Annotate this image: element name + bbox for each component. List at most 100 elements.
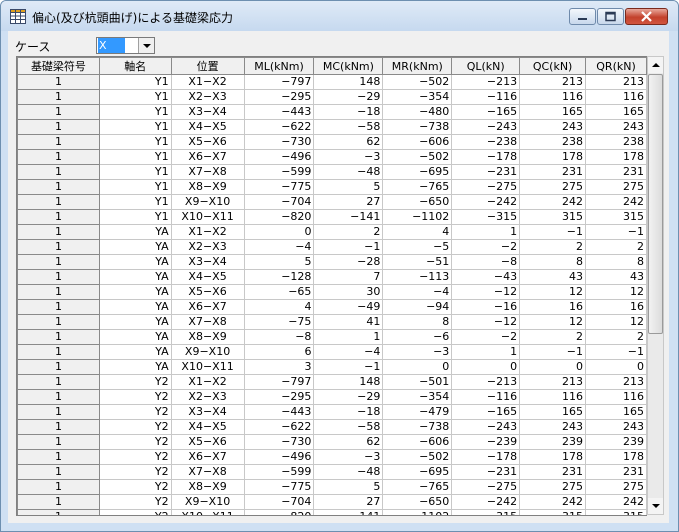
mc-cell[interactable]: −29 (313, 389, 384, 405)
mr-cell[interactable]: −4 (382, 284, 453, 300)
position-cell[interactable]: X3−X4 (170, 104, 245, 120)
mr-cell[interactable]: −738 (382, 419, 453, 435)
axis-cell[interactable]: Y1 (98, 164, 172, 180)
qr-cell[interactable]: 116 (585, 89, 647, 105)
qr-cell[interactable]: 43 (585, 269, 647, 285)
beam-code-cell[interactable]: 1 (17, 479, 100, 495)
axis-cell[interactable]: Y2 (98, 389, 172, 405)
ml-cell[interactable]: −443 (243, 404, 315, 420)
position-cell[interactable]: X9−X10 (170, 344, 245, 360)
ml-cell[interactable]: 3 (243, 359, 315, 375)
table-row[interactable]: 1 Y1 X10−X11 −820 −141 −1102 −315 315 315 (17, 209, 647, 225)
axis-cell[interactable]: Y2 (98, 374, 172, 390)
ml-cell[interactable]: −820 (243, 209, 315, 225)
ml-cell[interactable]: −75 (243, 314, 315, 330)
position-cell[interactable]: X8−X9 (170, 329, 245, 345)
table-row[interactable]: 1 Y1 X6−X7 −496 −3 −502 −178 178 178 (17, 149, 647, 165)
mc-cell[interactable]: −18 (313, 104, 384, 120)
ml-cell[interactable]: −599 (243, 464, 315, 480)
mr-cell[interactable]: 4 (382, 224, 453, 240)
ql-cell[interactable]: −275 (451, 479, 521, 495)
position-cell[interactable]: X5−X6 (170, 284, 245, 300)
mr-cell[interactable]: −6 (382, 329, 453, 345)
axis-cell[interactable]: Y1 (98, 119, 172, 135)
mr-cell[interactable]: −5 (382, 239, 453, 255)
ml-cell[interactable]: 4 (243, 299, 315, 315)
mc-cell[interactable]: −141 (313, 209, 384, 225)
position-cell[interactable]: X1−X2 (170, 224, 245, 240)
mc-cell[interactable]: −58 (313, 119, 384, 135)
ml-cell[interactable]: −295 (243, 389, 315, 405)
table-row[interactable]: 1 Y1 X1−X2 −797 148 −502 −213 213 213 (17, 74, 647, 90)
table-row[interactable]: 1 Y2 X7−X8 −599 −48 −695 −231 231 231 (17, 464, 647, 480)
qr-cell[interactable]: 2 (585, 329, 647, 345)
mr-cell[interactable]: −1102 (382, 209, 453, 225)
qr-cell[interactable]: 242 (585, 194, 647, 210)
ql-cell[interactable]: −239 (451, 434, 521, 450)
beam-code-cell[interactable]: 1 (17, 104, 100, 120)
scroll-up-icon[interactable] (648, 57, 663, 73)
table-row[interactable]: 1 YA X3−X4 5 −28 −51 −8 8 8 (17, 254, 647, 270)
col-header-qc[interactable]: QC(kN) (519, 57, 587, 75)
beam-code-cell[interactable]: 1 (17, 269, 100, 285)
position-cell[interactable]: X3−X4 (170, 404, 245, 420)
ml-cell[interactable]: −65 (243, 284, 315, 300)
beam-code-cell[interactable]: 1 (17, 464, 100, 480)
ml-cell[interactable]: −820 (243, 509, 315, 515)
mc-cell[interactable]: −28 (313, 254, 384, 270)
ml-cell[interactable]: −496 (243, 149, 315, 165)
qr-cell[interactable]: 0 (585, 359, 647, 375)
ml-cell[interactable]: 5 (243, 254, 315, 270)
mr-cell[interactable]: −3 (382, 344, 453, 360)
qr-cell[interactable]: 242 (585, 494, 647, 510)
ql-cell[interactable]: −231 (451, 464, 521, 480)
qc-cell[interactable]: −1 (519, 224, 587, 240)
beam-code-cell[interactable]: 1 (17, 374, 100, 390)
ql-cell[interactable]: −243 (451, 419, 521, 435)
mc-cell[interactable]: −4 (313, 344, 384, 360)
position-cell[interactable]: X8−X9 (170, 479, 245, 495)
position-cell[interactable]: X5−X6 (170, 434, 245, 450)
table-row[interactable]: 1 Y2 X6−X7 −496 −3 −502 −178 178 178 (17, 449, 647, 465)
ql-cell[interactable]: −165 (451, 404, 521, 420)
table-row[interactable]: 1 YA X2−X3 −4 −1 −5 −2 2 2 (17, 239, 647, 255)
mr-cell[interactable]: −738 (382, 119, 453, 135)
qc-cell[interactable]: 12 (519, 284, 587, 300)
qc-cell[interactable]: 116 (519, 389, 587, 405)
axis-cell[interactable]: YA (98, 299, 172, 315)
qr-cell[interactable]: −1 (585, 344, 647, 360)
qc-cell[interactable]: 116 (519, 89, 587, 105)
qc-cell[interactable]: 43 (519, 269, 587, 285)
ml-cell[interactable]: −775 (243, 179, 315, 195)
qr-cell[interactable]: 165 (585, 104, 647, 120)
ql-cell[interactable]: −16 (451, 299, 521, 315)
ql-cell[interactable]: −238 (451, 134, 521, 150)
ql-cell[interactable]: −315 (451, 509, 521, 515)
qc-cell[interactable]: 16 (519, 299, 587, 315)
beam-code-cell[interactable]: 1 (17, 494, 100, 510)
ql-cell[interactable]: −2 (451, 329, 521, 345)
mc-cell[interactable]: 27 (313, 194, 384, 210)
mr-cell[interactable]: −695 (382, 464, 453, 480)
position-cell[interactable]: X10−X11 (170, 209, 245, 225)
mc-cell[interactable]: −1 (313, 359, 384, 375)
qc-cell[interactable]: 12 (519, 314, 587, 330)
axis-cell[interactable]: Y2 (98, 404, 172, 420)
ql-cell[interactable]: −243 (451, 119, 521, 135)
ml-cell[interactable]: −295 (243, 89, 315, 105)
ql-cell[interactable]: 1 (451, 344, 521, 360)
mc-cell[interactable]: 30 (313, 284, 384, 300)
mc-cell[interactable]: 7 (313, 269, 384, 285)
axis-cell[interactable]: Y1 (98, 194, 172, 210)
mr-cell[interactable]: −502 (382, 149, 453, 165)
beam-code-cell[interactable]: 1 (17, 179, 100, 195)
axis-cell[interactable]: Y2 (98, 479, 172, 495)
ql-cell[interactable]: −116 (451, 389, 521, 405)
table-row[interactable]: 1 Y2 X2−X3 −295 −29 −354 −116 116 116 (17, 389, 647, 405)
ql-cell[interactable]: −242 (451, 494, 521, 510)
position-cell[interactable]: X5−X6 (170, 134, 245, 150)
col-header-beam-code[interactable]: 基礎梁符号 (17, 57, 100, 75)
ml-cell[interactable]: −4 (243, 239, 315, 255)
mc-cell[interactable]: 148 (313, 74, 384, 90)
mr-cell[interactable]: −51 (382, 254, 453, 270)
